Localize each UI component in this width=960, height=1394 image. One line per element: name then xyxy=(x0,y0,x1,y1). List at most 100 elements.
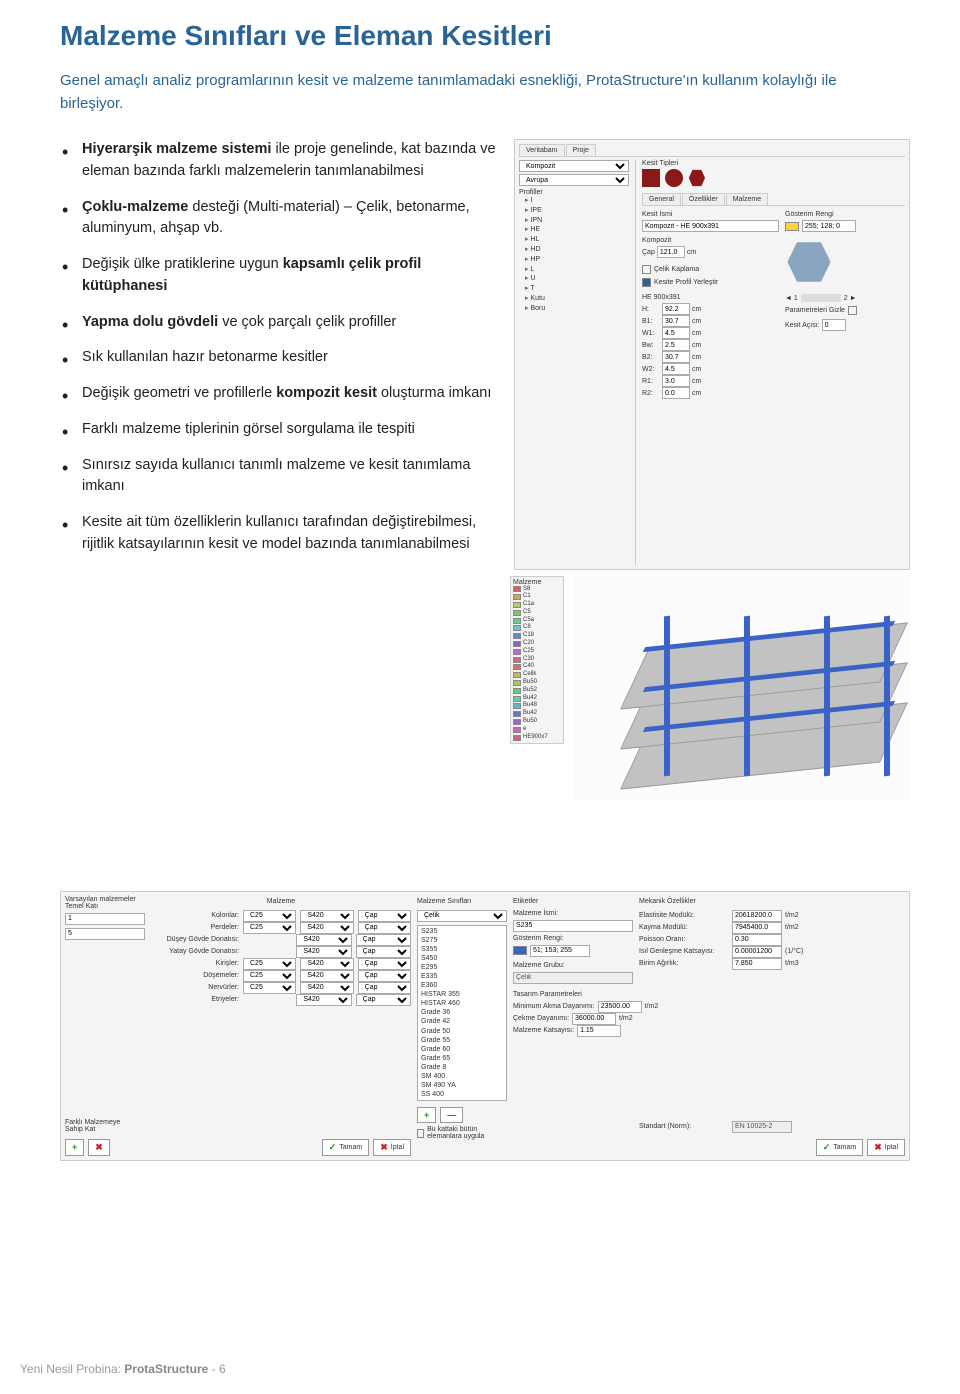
tree-item[interactable]: T xyxy=(519,284,629,294)
input-cap[interactable] xyxy=(657,246,685,258)
sel-concrete[interactable]: C25 xyxy=(243,982,296,994)
list-item[interactable]: E335 xyxy=(419,972,505,981)
prop-input[interactable] xyxy=(732,946,782,958)
select-sinif[interactable]: Çelik xyxy=(417,910,507,922)
add-row-button[interactable]: + xyxy=(65,1139,84,1156)
delete-material-button[interactable]: — xyxy=(440,1107,463,1123)
tab-general[interactable]: General xyxy=(642,193,681,205)
color-swatch[interactable] xyxy=(785,222,799,231)
list-item[interactable]: SM 400 xyxy=(419,1072,505,1081)
input-renk[interactable] xyxy=(802,220,856,232)
tab-proje[interactable]: Proje xyxy=(566,144,596,156)
list-item[interactable]: Grade 60 xyxy=(419,1045,505,1054)
tree-item[interactable]: HD xyxy=(519,245,629,255)
sel-cap[interactable]: Çap xyxy=(356,946,411,958)
sel-steel[interactable]: S420 xyxy=(300,910,353,922)
steel-list[interactable]: S235S275S355S450E295E335E360HISTAR 355HI… xyxy=(417,925,507,1102)
input-kat-1[interactable] xyxy=(65,913,145,925)
delete-row-button[interactable]: ✖ xyxy=(88,1139,110,1156)
sel-steel[interactable]: S420 xyxy=(300,922,353,934)
color-swatch-b[interactable] xyxy=(513,946,527,955)
tree-item[interactable]: Boru xyxy=(519,304,629,314)
sel-concrete[interactable]: C25 xyxy=(243,910,296,922)
list-item[interactable]: HISTAR 460 xyxy=(419,999,505,1008)
prop-input[interactable] xyxy=(572,1013,616,1025)
select-avrupa[interactable]: Avrupa xyxy=(519,174,629,186)
list-item[interactable]: E360 xyxy=(419,981,505,990)
sel-cap[interactable]: Çap xyxy=(358,982,411,994)
tree-item[interactable]: Kutu xyxy=(519,294,629,304)
dim-input[interactable] xyxy=(662,339,690,351)
shape-preview-2[interactable] xyxy=(665,169,683,187)
list-item[interactable]: S275 xyxy=(419,936,505,945)
input-renk-b[interactable] xyxy=(530,945,590,957)
sel-steel[interactable]: S420 xyxy=(300,970,353,982)
dim-input[interactable] xyxy=(662,315,690,327)
prop-input[interactable] xyxy=(732,922,782,934)
tree-item[interactable]: IPE xyxy=(519,206,629,216)
list-item[interactable]: SM 490 YA xyxy=(419,1081,505,1090)
list-item[interactable]: S355 xyxy=(419,945,505,954)
shape-preview-1[interactable] xyxy=(642,169,660,187)
sel-steel[interactable]: S420 xyxy=(300,958,353,970)
sel-cap[interactable]: Çap xyxy=(358,970,411,982)
sel-steel[interactable]: S420 xyxy=(296,994,351,1006)
checkbox-uygula[interactable] xyxy=(417,1129,424,1138)
dim-input[interactable] xyxy=(662,327,690,339)
list-item[interactable]: Grade 65 xyxy=(419,1054,505,1063)
cancel-button-2[interactable]: ✖İptal xyxy=(867,1139,905,1156)
list-item[interactable]: Grade 50 xyxy=(419,1027,505,1036)
prop-input[interactable] xyxy=(598,1001,642,1013)
tree-item[interactable]: IPN xyxy=(519,216,629,226)
tree-item[interactable]: HE xyxy=(519,225,629,235)
tab-ozellikler[interactable]: Özellikler xyxy=(682,193,725,205)
list-item[interactable]: Grade 55 xyxy=(419,1036,505,1045)
list-item[interactable]: HISTAR 355 xyxy=(419,990,505,999)
tree-item[interactable]: U xyxy=(519,274,629,284)
checkbox-celik-kaplama[interactable] xyxy=(642,265,651,274)
list-item[interactable]: S450 xyxy=(419,954,505,963)
add-material-button[interactable]: + xyxy=(417,1107,436,1123)
tree-item[interactable]: HL xyxy=(519,235,629,245)
label-param-gizle[interactable]: Parametreleri Gizle xyxy=(785,307,845,314)
shape-preview-3[interactable] xyxy=(688,169,706,187)
list-item[interactable]: E295 xyxy=(419,963,505,972)
prop-input[interactable] xyxy=(732,910,782,922)
list-item[interactable]: SS 400 xyxy=(419,1090,505,1099)
sel-cap[interactable]: Çap xyxy=(358,922,411,934)
sel-cap[interactable]: Çap xyxy=(358,958,411,970)
ok-button[interactable]: ✓Tamam xyxy=(322,1139,370,1156)
prop-input[interactable] xyxy=(577,1025,621,1037)
cancel-button[interactable]: ✖İptal xyxy=(373,1139,411,1156)
input-kat-2[interactable] xyxy=(65,928,145,940)
tree-item[interactable]: I xyxy=(519,196,629,206)
checkbox-profil-yerlestir[interactable] xyxy=(642,278,651,287)
checkbox-param-gizle[interactable] xyxy=(848,306,857,315)
sel-steel[interactable]: S420 xyxy=(300,982,353,994)
input-malzeme-ismi[interactable] xyxy=(513,920,633,932)
sel-concrete[interactable]: C25 xyxy=(243,970,296,982)
list-item[interactable]: S235 xyxy=(419,927,505,936)
tree-item[interactable]: HP xyxy=(519,255,629,265)
tab-malzeme[interactable]: Malzeme xyxy=(726,193,768,205)
prop-input[interactable] xyxy=(732,934,782,946)
input-kesit-ismi[interactable] xyxy=(642,220,779,232)
dim-input[interactable] xyxy=(662,375,690,387)
sel-concrete[interactable]: C25 xyxy=(243,922,296,934)
select-kompozit[interactable]: Kompozit xyxy=(519,160,629,172)
ok-button-2[interactable]: ✓Tamam xyxy=(816,1139,864,1156)
dim-input[interactable] xyxy=(662,303,690,315)
list-item[interactable]: Grade 8 xyxy=(419,1063,505,1072)
prop-input[interactable] xyxy=(732,958,782,970)
sel-steel[interactable]: S420 xyxy=(296,946,351,958)
sel-cap[interactable]: Çap xyxy=(356,934,411,946)
dim-input[interactable] xyxy=(662,351,690,363)
input-kesit-agisi[interactable] xyxy=(822,319,846,331)
sel-cap[interactable]: Çap xyxy=(358,910,411,922)
tree-item[interactable]: L xyxy=(519,265,629,275)
list-item[interactable]: Grade 36 xyxy=(419,1008,505,1017)
list-item[interactable]: Grade 42 xyxy=(419,1017,505,1026)
sel-steel[interactable]: S420 xyxy=(296,934,351,946)
sel-concrete[interactable]: C25 xyxy=(243,958,296,970)
dim-input[interactable] xyxy=(662,363,690,375)
